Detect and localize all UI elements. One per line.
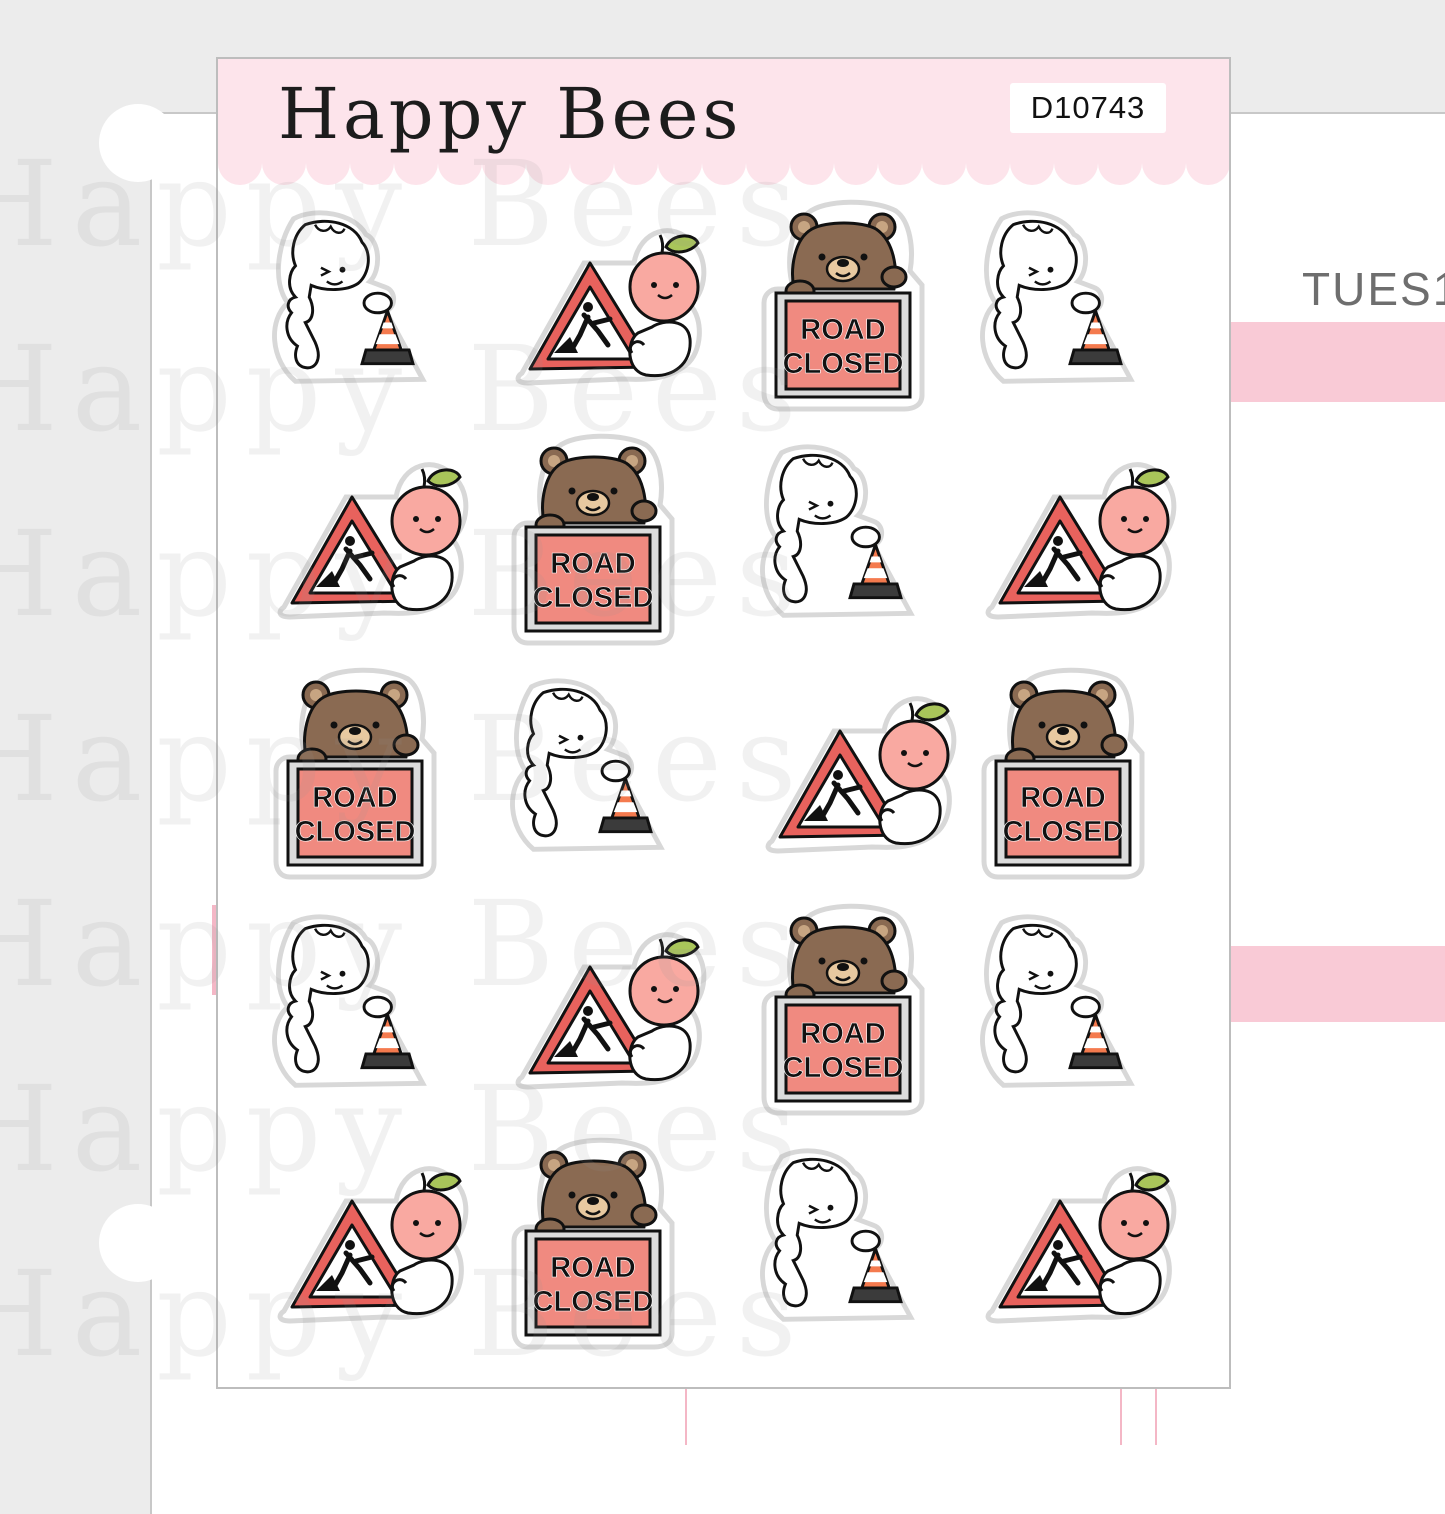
ghost-cone-sticker [760,444,915,618]
planner-stripe-bottom [1230,946,1445,1022]
svg-text:ROAD: ROAD [550,1252,635,1284]
ghost-cone-sticker [760,1148,915,1322]
svg-text:ROAD: ROAD [550,548,635,580]
peach-sign-sticker [985,1166,1177,1324]
svg-text:ROAD: ROAD [312,782,397,814]
svg-text:ROAD: ROAD [1020,782,1105,814]
svg-text:CLOSED: CLOSED [783,1052,904,1084]
ghost-cone-sticker [272,210,427,384]
planner-day-label: TUES1 [1302,263,1445,315]
ghost-cone-sticker [272,914,427,1088]
bear-road-closed-sticker: ROAD CLOSED [273,667,437,880]
ghost-cone-sticker [510,678,665,852]
bear-road-closed-sticker: ROAD CLOSED [511,433,675,646]
bear-road-closed-sticker: ROAD CLOSED [511,1137,675,1350]
header-scallop [218,159,1229,185]
peach-sign-sticker [765,696,957,854]
svg-text:ROAD: ROAD [800,314,885,346]
svg-text:CLOSED: CLOSED [533,582,654,614]
product-code-badge: D10743 [1010,83,1166,133]
bear-road-closed-sticker: ROAD CLOSED [981,667,1145,880]
binder-ring [99,1204,177,1282]
planner-line [1155,1386,1157,1445]
bear-road-closed-sticker: ROAD CLOSED [761,199,925,412]
svg-text:CLOSED: CLOSED [783,348,904,380]
planner-stripe-top [1230,322,1445,402]
svg-text:ROAD: ROAD [800,1018,885,1050]
brand-title: Happy Bees [278,73,743,155]
bear-road-closed-sticker: ROAD CLOSED [761,903,925,1116]
svg-text:CLOSED: CLOSED [533,1286,654,1318]
ghost-cone-sticker [980,210,1135,384]
binder-ring [99,104,177,182]
sticker-sheet: Happy Bees D10743 ROAD CLOSED ROAD CLOSE… [216,57,1231,1389]
sheet-header: Happy Bees D10743 [218,59,1229,163]
planner-line [685,1386,687,1445]
planner-line [1120,1386,1122,1445]
peach-sign-sticker [985,462,1177,620]
peach-sign-sticker [515,228,707,386]
ghost-cone-sticker [980,914,1135,1088]
peach-sign-sticker [277,462,469,620]
peach-sign-sticker [277,1166,469,1324]
peach-sign-sticker [515,932,707,1090]
svg-text:CLOSED: CLOSED [1003,816,1124,848]
svg-text:CLOSED: CLOSED [295,816,416,848]
